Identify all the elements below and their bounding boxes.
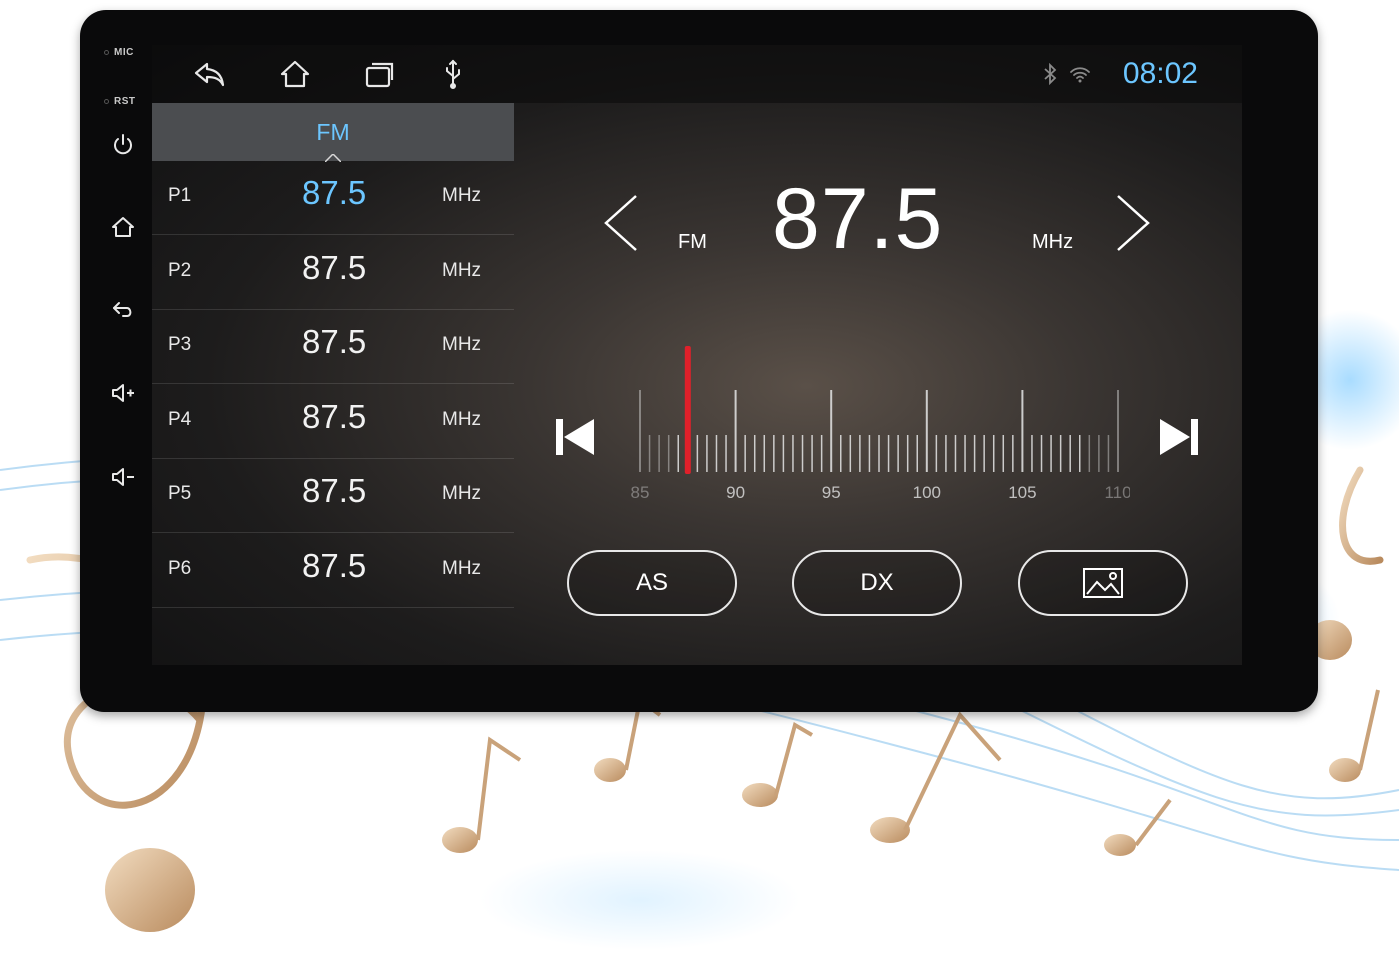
preset-label: P4 (168, 408, 192, 430)
preset-unit: MHz (442, 483, 482, 504)
radio-screen: 08:02 FM P1 87.5 MHz P2 87.5 MHz P3 87.5 MHz P4 87… (152, 45, 1242, 665)
back-arrow-icon (194, 62, 225, 87)
preset-unit: MHz (442, 185, 482, 206)
back-icon (113, 302, 132, 317)
power-icon (114, 134, 132, 155)
preset-row-p1[interactable]: P1 87.5 MHz (152, 161, 514, 235)
preset-label: P6 (168, 557, 192, 579)
mic-label: MIC (104, 47, 134, 58)
preset-row-p5[interactable]: P5 87.5 MHz (152, 459, 514, 533)
preset-unit: MHz (442, 557, 482, 579)
dial-label: 105 (1008, 483, 1036, 500)
preset-unit: MHz (442, 408, 482, 430)
volume-up-icon (112, 384, 134, 402)
current-band: FM (678, 231, 707, 253)
preset-row-p4[interactable]: P4 87.5 MHz (152, 385, 514, 459)
tune-prev-button[interactable] (598, 190, 644, 256)
preset-unit: MHz (442, 334, 482, 355)
dial-needle[interactable] (684, 346, 691, 474)
current-frequency: 87.5 (772, 171, 944, 267)
volume-down-button[interactable] (106, 460, 140, 494)
usb-status (434, 57, 472, 91)
current-unit: MHz (1032, 231, 1074, 253)
volume-up-button[interactable] (106, 376, 140, 410)
wifi-icon (1070, 67, 1090, 83)
recent-apps-icon (365, 62, 394, 88)
power-button[interactable] (106, 128, 140, 162)
dial-label: 110 (1104, 483, 1130, 500)
tune-next-button[interactable] (1110, 190, 1156, 256)
status-bar: 08:02 (152, 45, 1242, 103)
preset-row-p3[interactable]: P3 87.5 MHz (152, 310, 514, 384)
dial-label: 100 (913, 483, 941, 500)
usb-icon (446, 59, 460, 89)
wallpaper-button[interactable] (1018, 550, 1188, 616)
auto-store-label: AS (635, 569, 668, 596)
preset-frequency: 87.5 (302, 323, 367, 360)
dial-label: 85 (631, 483, 650, 500)
dx-label: DX (860, 569, 894, 596)
preset-frequency: 87.5 (302, 472, 367, 509)
chevron-right-icon (1117, 195, 1150, 251)
side-back-button[interactable] (106, 292, 140, 326)
dial-label: 95 (822, 483, 841, 500)
preset-frequency: 87.5 (302, 174, 367, 211)
frequency-dial[interactable]: 85 90 95 100 105 110 (630, 340, 1130, 500)
seek-prev-button[interactable] (552, 413, 598, 461)
skip-next-icon (1160, 419, 1198, 455)
preset-label: P5 (168, 483, 192, 504)
preset-frequency: 87.5 (302, 546, 367, 584)
nav-recent-apps-button[interactable] (360, 57, 398, 91)
auto-store-button[interactable]: AS (567, 550, 737, 616)
preset-label: P1 (168, 185, 192, 206)
skip-previous-icon (556, 419, 594, 455)
seek-next-button[interactable] (1156, 413, 1202, 461)
preset-unit: MHz (442, 259, 482, 281)
band-tab-label: FM (316, 118, 350, 145)
band-tab-fm[interactable]: FM (152, 103, 514, 162)
image-icon (1083, 568, 1123, 598)
chevron-left-icon (604, 195, 637, 251)
home-icon (280, 60, 310, 88)
preset-row-p6[interactable]: P6 87.5 MHz (152, 534, 514, 608)
preset-row-p2[interactable]: P2 87.5 MHz (152, 236, 514, 310)
nav-back-button[interactable] (190, 57, 228, 91)
nav-home-button[interactable] (276, 57, 314, 91)
side-home-button[interactable] (106, 210, 140, 244)
bluetooth-icon (1044, 63, 1057, 85)
clock: 08:02 (1122, 57, 1198, 90)
home-icon (112, 217, 134, 237)
preset-frequency: 87.5 (302, 248, 367, 286)
preset-label: P2 (168, 259, 192, 281)
dial-label: 90 (726, 483, 745, 500)
preset-label: P3 (168, 334, 192, 355)
dx-button[interactable]: DX (792, 550, 962, 616)
volume-down-icon (112, 468, 134, 486)
preset-frequency: 87.5 (302, 397, 367, 435)
rst-label: RST (104, 96, 136, 107)
status-icons (1040, 63, 1092, 85)
